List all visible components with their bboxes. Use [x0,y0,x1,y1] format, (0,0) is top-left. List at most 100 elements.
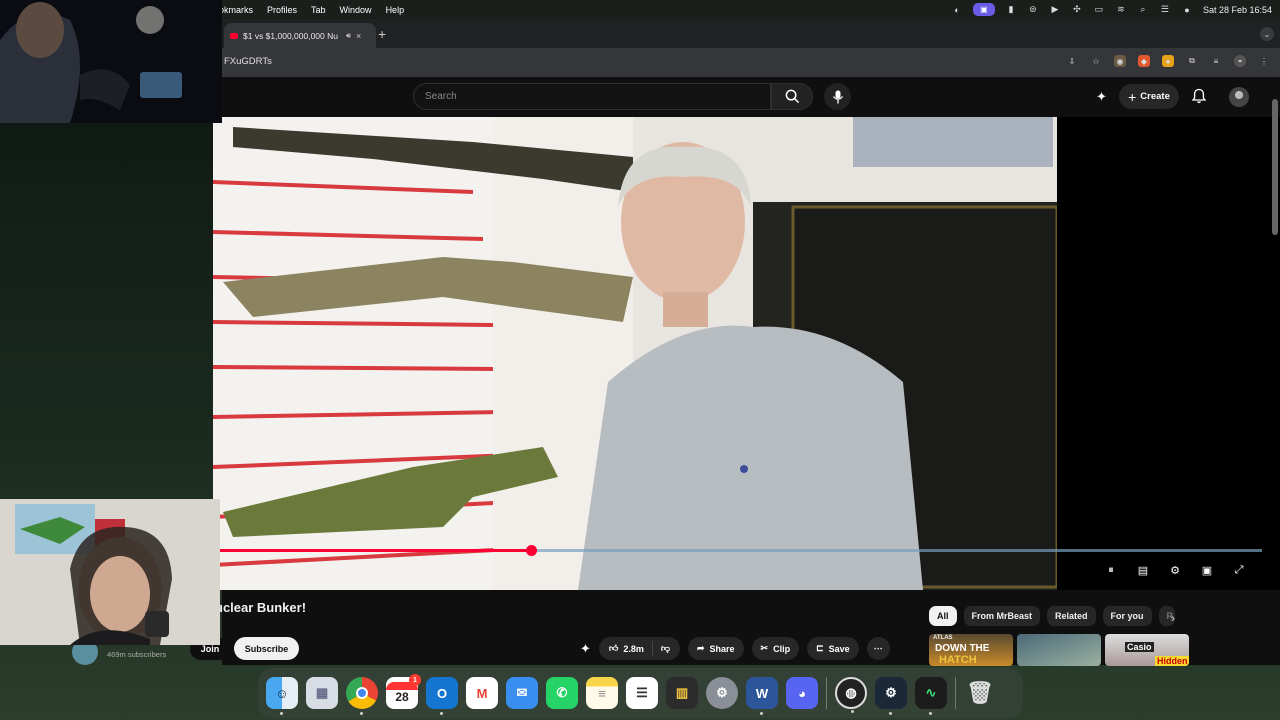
dock-word-icon[interactable]: W [746,677,778,715]
dock-whatsapp-icon[interactable]: ✆ [546,677,578,709]
video-player[interactable]: ⏸︎ ▤ ⚙ ▣ ⤢ [213,117,1280,590]
new-tab-button[interactable]: + [378,26,386,42]
settings-gear-icon[interactable]: ⚙ [1168,563,1182,577]
related-thumbnail[interactable]: Casio Hidden [1105,634,1189,666]
dock-obs-icon[interactable]: ◍ [835,677,867,713]
tab-strip: $1 vs $1,000,000,000 Nu 🔊︎ × + ⌄ [222,19,1280,48]
fullscreen-icon[interactable]: ⤢ [1232,563,1246,577]
studio-icon[interactable]: ✦ [1096,89,1107,105]
webcam-driver-image [0,0,222,123]
extension-owl-icon[interactable]: ◉ [1114,55,1126,67]
url-text[interactable]: FXuGDRTs [224,56,272,67]
dock-reminders-icon[interactable]: ☰ [626,677,658,709]
thumbnail-text-small: ATLAS [933,635,953,641]
miniplayer-icon[interactable]: ▣ [1200,563,1214,577]
running-indicator [360,712,363,715]
dock-chart-app-icon[interactable]: ▥ [666,677,698,709]
dock-outlook-icon[interactable]: O [426,677,458,715]
dock-notes-icon[interactable]: ≡ [586,677,618,709]
dislike-button[interactable]: 👎︎ [653,643,680,654]
like-dislike-group: 👍︎ 2.8m 👎︎ [598,637,680,660]
autoplay-toggle-icon[interactable]: ⏸︎ [1104,563,1118,577]
chip-from-mrbeast[interactable]: From MrBeast [963,606,1041,626]
create-label: Create [1140,91,1170,102]
dock-launchpad-icon[interactable]: ▦ [306,677,338,709]
extension-coin-icon[interactable]: ● [1162,55,1174,67]
dock-discord-icon[interactable]: ◕ [786,677,818,709]
youtube-favicon-icon [230,32,238,39]
hype-icon[interactable]: ✦ [580,641,591,657]
related-thumbnail[interactable] [1017,634,1101,666]
chip-all[interactable]: All [929,606,957,626]
menu-help[interactable]: Help [386,5,405,15]
share-button[interactable]: ➦ Share [687,637,744,660]
search-input[interactable]: Search [413,83,771,110]
install-app-icon[interactable]: ⇩ [1066,55,1078,67]
menu-window[interactable]: Window [340,5,372,15]
app-menu: Bookmarks Profiles Tab Window Help [208,0,405,19]
cloud-sync-icon[interactable]: ⊜ [1027,4,1039,16]
page-scrollbar[interactable] [1272,99,1278,235]
tab-youtube-video[interactable]: $1 vs $1,000,000,000 Nu 🔊︎ × [224,23,376,48]
thumbnail-text-large: HATCH [939,654,977,666]
tab-search-chevron-icon[interactable]: ⌄ [1260,27,1274,41]
profile-avatar-icon[interactable]: ◓ [1234,55,1246,67]
dock-chrome-icon[interactable] [346,677,378,715]
create-button[interactable]: + Create [1119,84,1179,109]
like-count: 2.8m [623,643,644,654]
siri-icon[interactable]: ● [1181,4,1193,16]
subscribe-button[interactable]: Subscribe [234,637,299,660]
dock-calendar-icon[interactable]: 28 1 [386,674,421,709]
address-bar[interactable]: FXuGDRTs ⇩ ☆ ◉ ◆ ● ⧉ ≡ ◓ ⋮ [222,48,1280,77]
dock-mail-icon[interactable]: ✉ [506,677,538,709]
menu-profiles[interactable]: Profiles [267,5,297,15]
microphone-icon [832,90,843,103]
clip-button[interactable]: ✂ Clip [751,637,800,660]
browser-window: $1 vs $1,000,000,000 Nu 🔊︎ × + ⌄ FXuGDRT… [72,19,1280,666]
thumbnail-text: Hidden [1155,656,1189,666]
notifications-bell-icon[interactable] [1191,88,1207,109]
dock-gmail-icon[interactable]: M [466,677,498,709]
subtitles-icon[interactable]: ▤ [1136,563,1150,577]
running-indicator [929,712,932,715]
extensions-puzzle-icon[interactable]: ⧉ [1186,55,1198,67]
dock-steam-icon[interactable]: ⚙ [875,677,907,715]
menu-tab[interactable]: Tab [311,5,326,15]
save-button[interactable]: ⊏ Save [807,637,859,660]
app-pill-icon[interactable]: ▣ [972,3,995,16]
search-button[interactable] [771,83,813,110]
more-actions-button[interactable]: ⋯ [866,637,890,660]
media-control-icon[interactable]: ≡ [1210,55,1222,67]
progress-bar-played[interactable] [218,549,531,552]
extension-brave-icon[interactable]: ◆ [1138,55,1150,67]
screen-record-icon[interactable]: ◐ [951,4,963,16]
spotlight-search-icon[interactable]: ⌕ [1137,4,1149,16]
dock-activity-monitor-icon[interactable]: ∿ [915,677,947,715]
dock-system-settings-icon[interactable]: ⚙ [706,677,738,709]
menu-clock[interactable]: Sat 28 Feb 16:54 [1203,5,1272,15]
browser-menu-icon[interactable]: ⋮ [1258,55,1270,67]
chip-related[interactable]: Related [1047,606,1096,626]
control-center-icon[interactable]: ☰ [1159,4,1171,16]
play-status-icon[interactable]: ▶ [1049,4,1061,16]
bookmark-star-icon[interactable]: ☆ [1090,55,1102,67]
like-button[interactable]: 👍︎ 2.8m [599,641,653,656]
fan-icon[interactable]: ✣ [1071,4,1083,16]
video-frame[interactable] [213,117,1057,590]
webcam-face-image [0,499,220,645]
tab-audio-icon[interactable]: 🔊︎ [346,31,351,41]
dock-finder-icon[interactable]: ☺ [266,677,298,715]
dock-trash-icon[interactable]: 🗑︎ [964,677,996,709]
account-avatar[interactable] [1229,87,1249,107]
voice-search-button[interactable] [824,83,851,110]
chip-for-you[interactable]: For you [1102,606,1152,626]
progress-scrubber-handle[interactable] [526,545,537,556]
wifi-icon[interactable]: ≋ [1115,4,1127,16]
thumbs-down-icon: 👎︎ [660,643,670,653]
battery-icon[interactable]: ▭ [1093,4,1105,16]
tab-close-icon[interactable]: × [356,31,361,41]
related-thumbnail[interactable]: ATLAS DOWN THE HATCH [929,634,1013,666]
search-icon [785,89,799,104]
battery-util-icon[interactable]: ▮ [1005,4,1017,16]
chips-next-chevron-icon[interactable]: › [1171,611,1175,625]
